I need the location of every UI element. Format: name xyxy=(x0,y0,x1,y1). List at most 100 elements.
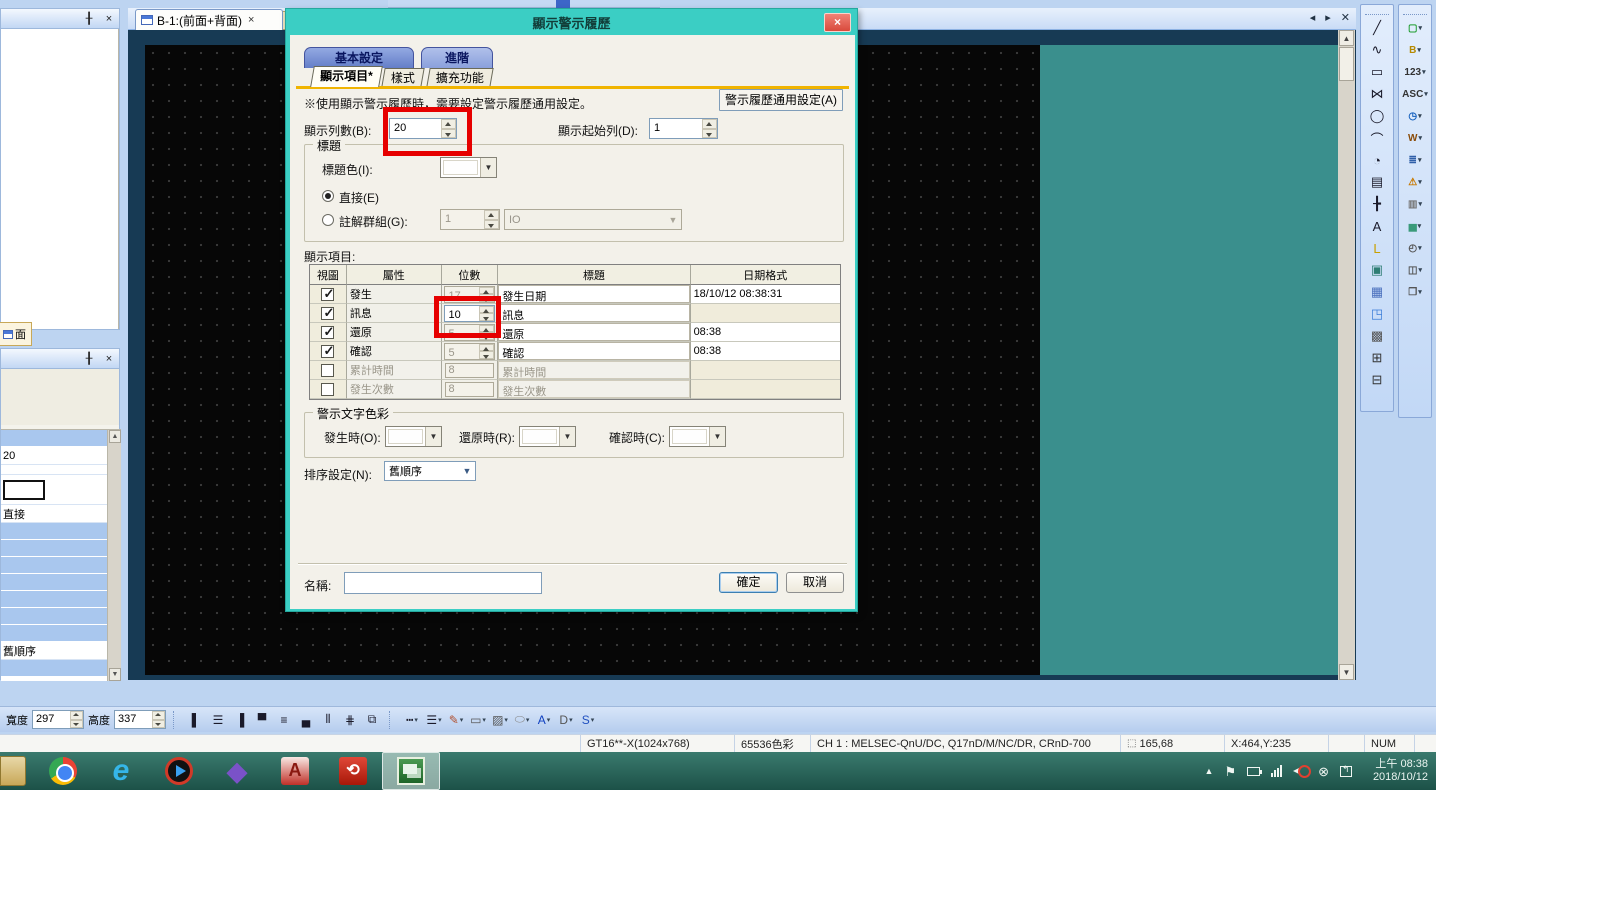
sort-setting-select[interactable]: 舊順序 ▼ xyxy=(384,461,476,481)
align-right-icon[interactable]: ▐ xyxy=(230,710,250,730)
tray-window-icon[interactable] xyxy=(1340,766,1352,777)
close-icon[interactable]: × xyxy=(103,13,115,25)
property-row-header[interactable] xyxy=(1,574,107,591)
row-title-field[interactable]: 還原 xyxy=(498,323,689,341)
distribute-h-icon[interactable]: ⫴ xyxy=(318,710,338,730)
property-row-input[interactable] xyxy=(1,475,107,505)
line-style-icon[interactable]: ┅ xyxy=(402,710,422,730)
object-frame-tool-icon[interactable]: ▩ xyxy=(1361,325,1393,347)
direct-radio[interactable] xyxy=(322,190,334,202)
property-row-value[interactable]: 直接 xyxy=(1,505,107,523)
rectangle-tool-icon[interactable]: ▭ xyxy=(1361,61,1393,83)
digits-spinner[interactable]: 17 xyxy=(444,286,496,303)
property-edit-field[interactable] xyxy=(3,480,45,500)
dropdown-arrow-icon[interactable]: ▼ xyxy=(480,158,496,177)
row-checkbox[interactable] xyxy=(321,345,334,358)
taskbar-ie-button[interactable]: e xyxy=(92,752,150,790)
line-tool-icon[interactable]: ╱ xyxy=(1361,17,1393,39)
ascii-display-tool-icon[interactable]: ASC xyxy=(1399,83,1431,105)
direction-icon[interactable]: D xyxy=(556,710,576,730)
sector-tool-icon[interactable]: ◔ xyxy=(1361,149,1393,171)
subtab-display-items[interactable]: 顯示項目* xyxy=(310,66,382,87)
close-icon[interactable]: × xyxy=(103,353,115,365)
stamp-tool-icon[interactable]: ▣ xyxy=(1361,259,1393,281)
dropdown-arrow-icon[interactable]: ▼ xyxy=(559,427,575,446)
dialog-close-button[interactable]: × xyxy=(824,13,851,32)
property-grid-scrollbar[interactable]: ▲ ▼ xyxy=(107,430,121,681)
taskbar-acrobat-button[interactable]: ⟲ xyxy=(324,752,382,790)
tab-basic-settings[interactable]: 基本設定 xyxy=(304,47,414,68)
taskbar-visual-studio-button[interactable]: ◆ xyxy=(208,752,266,790)
scroll-down-icon[interactable]: ▼ xyxy=(1339,664,1354,680)
clock-display-tool-icon[interactable]: ◷ xyxy=(1399,105,1431,127)
cancel-button[interactable]: 取消 xyxy=(786,572,844,593)
image-tool-icon[interactable]: ▦ xyxy=(1361,281,1393,303)
align-left-icon[interactable]: ▌ xyxy=(186,710,206,730)
file-manager-icon[interactable] xyxy=(0,756,26,786)
comment-display-tool-icon[interactable]: W xyxy=(1399,127,1431,149)
scroll-up-icon[interactable]: ▲ xyxy=(109,430,121,443)
frame-color-icon[interactable]: ▭ xyxy=(468,710,488,730)
fill-color-icon[interactable]: ⬭ xyxy=(512,710,532,730)
text-tool-icon[interactable]: A xyxy=(1361,215,1393,237)
taskbar-media-player-button[interactable] xyxy=(150,752,208,790)
spin-up-icon[interactable] xyxy=(479,306,494,314)
confirm-color-dropdown[interactable]: ▼ xyxy=(669,426,726,447)
canvas-vertical-scrollbar[interactable]: ▲ ▼ xyxy=(1338,30,1355,680)
spinner-buttons[interactable] xyxy=(70,711,83,728)
spinner-buttons[interactable] xyxy=(702,119,717,138)
polygon-tool-icon[interactable]: ⋈ xyxy=(1361,83,1393,105)
graph-tool-icon[interactable]: ▅ xyxy=(1399,215,1431,237)
alarm-display-tool-icon[interactable]: ⚠ xyxy=(1399,171,1431,193)
distribute-v-icon[interactable]: ⋕ xyxy=(340,710,360,730)
property-row-value[interactable]: 舊順序 xyxy=(1,642,107,660)
spin-down-icon[interactable] xyxy=(479,332,494,340)
spin-down-icon[interactable] xyxy=(702,129,717,139)
occur-color-dropdown[interactable]: ▼ xyxy=(385,426,442,447)
recipe-tool-icon[interactable]: ▥ xyxy=(1399,193,1431,215)
pin-icon[interactable]: ╂ xyxy=(83,352,95,365)
subtab-extended[interactable]: 擴充功能 xyxy=(426,68,493,87)
subtab-style[interactable]: 樣式 xyxy=(381,68,424,87)
numerical-display-tool-icon[interactable]: 123 xyxy=(1399,61,1431,83)
row-checkbox[interactable] xyxy=(321,326,334,339)
spinner-buttons[interactable] xyxy=(479,344,494,359)
meter-tool-icon[interactable]: ◴ xyxy=(1399,237,1431,259)
tab-advanced[interactable]: 進階 xyxy=(421,47,493,68)
dropdown-arrow-icon[interactable]: ▼ xyxy=(709,427,725,446)
display-rows-spinner[interactable]: 20 xyxy=(389,118,457,139)
scroll-down-icon[interactable]: ▼ xyxy=(109,668,121,681)
tray-collapse-icon[interactable]: ▲ xyxy=(1205,767,1214,776)
scale-tool-icon[interactable]: ▤ xyxy=(1361,171,1393,193)
title-color-dropdown[interactable]: ▼ xyxy=(440,157,497,178)
switch-tool-icon[interactable]: ▢ xyxy=(1399,17,1431,39)
pin-icon[interactable]: ╂ xyxy=(83,12,95,25)
tray-network-icon[interactable] xyxy=(1271,765,1282,777)
taskbar-autocad-button[interactable]: A xyxy=(266,752,324,790)
property-row-header[interactable] xyxy=(1,523,107,540)
row-title-field[interactable]: 訊息 xyxy=(498,304,689,322)
spin-up-icon[interactable] xyxy=(70,711,83,720)
taskbar-gt-designer-button[interactable] xyxy=(382,752,440,790)
row-checkbox[interactable] xyxy=(321,288,334,301)
pattern-icon[interactable]: ▨ xyxy=(490,710,510,730)
property-row-header[interactable] xyxy=(1,540,107,557)
window-parts-tool-icon[interactable]: ❐ xyxy=(1399,281,1431,303)
tray-battery-icon[interactable] xyxy=(1247,767,1260,776)
property-row-value[interactable]: 20 xyxy=(1,447,107,465)
property-row-header[interactable] xyxy=(1,660,107,677)
align-center-h-icon[interactable]: ☰ xyxy=(208,710,228,730)
spin-up-icon[interactable] xyxy=(702,119,717,129)
align-middle-icon[interactable]: ≡ xyxy=(274,710,294,730)
property-row-header[interactable] xyxy=(1,625,107,642)
property-row-header[interactable] xyxy=(1,591,107,608)
taskbar-chrome-button[interactable] xyxy=(34,752,92,790)
lamp-tool-icon[interactable]: B xyxy=(1399,39,1431,61)
digits-spinner[interactable]: 5 xyxy=(444,343,496,360)
property-row-header[interactable] xyxy=(1,430,107,447)
spin-down-icon[interactable] xyxy=(152,720,165,729)
import-dxf-tool-icon[interactable]: ◳ xyxy=(1361,303,1393,325)
left-panel-tab-screen[interactable]: 面 xyxy=(0,322,32,346)
row-checkbox[interactable] xyxy=(321,383,334,396)
scroll-up-icon[interactable]: ▲ xyxy=(1339,30,1354,46)
